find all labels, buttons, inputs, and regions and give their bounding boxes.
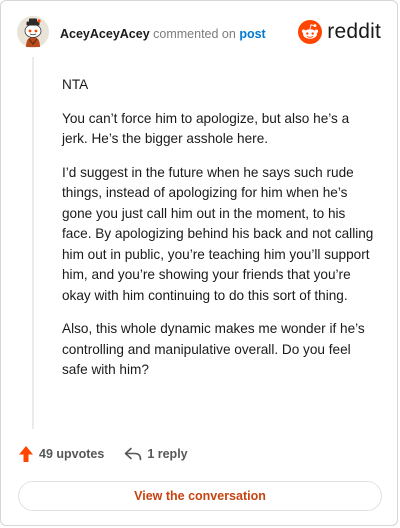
reply-count-button[interactable]: 1 reply: [124, 447, 188, 461]
comment-body: NTA You can’t force him to apologize, bu…: [62, 75, 378, 394]
snoo-avatar-icon: [17, 16, 49, 48]
view-conversation-button[interactable]: View the conversation: [18, 481, 382, 511]
reddit-logo[interactable]: reddit: [298, 20, 381, 44]
action-text: commented on: [153, 27, 236, 41]
comment-paragraph: You can’t force him to apologize, but al…: [62, 110, 350, 147]
thread-line[interactable]: [32, 57, 34, 429]
comment-paragraph: I’d suggest in the future when he says s…: [62, 164, 374, 303]
comment-paragraph: Also, this whole dynamic makes me wonder…: [62, 321, 365, 377]
comment-embed-card: AceyAceyAcey commented on post reddit NT…: [0, 0, 398, 526]
post-link[interactable]: post: [239, 27, 265, 41]
reply-count: 1 reply: [147, 447, 188, 461]
reddit-wordmark: reddit: [327, 20, 381, 43]
upvote-count: 49 upvotes: [39, 447, 105, 461]
reply-arrow-icon: [125, 447, 142, 461]
comment-actions: 49 upvotes 1 reply: [18, 445, 188, 463]
comment-paragraph: NTA: [62, 77, 89, 92]
username-link[interactable]: AceyAceyAcey: [60, 27, 150, 41]
comment-header: AceyAceyAcey commented on post: [60, 27, 266, 41]
reddit-snoo-icon: [298, 20, 323, 44]
avatar[interactable]: [17, 16, 49, 48]
upvote-button[interactable]: 49 upvotes: [18, 445, 104, 463]
upvote-arrow-icon: [19, 446, 33, 462]
